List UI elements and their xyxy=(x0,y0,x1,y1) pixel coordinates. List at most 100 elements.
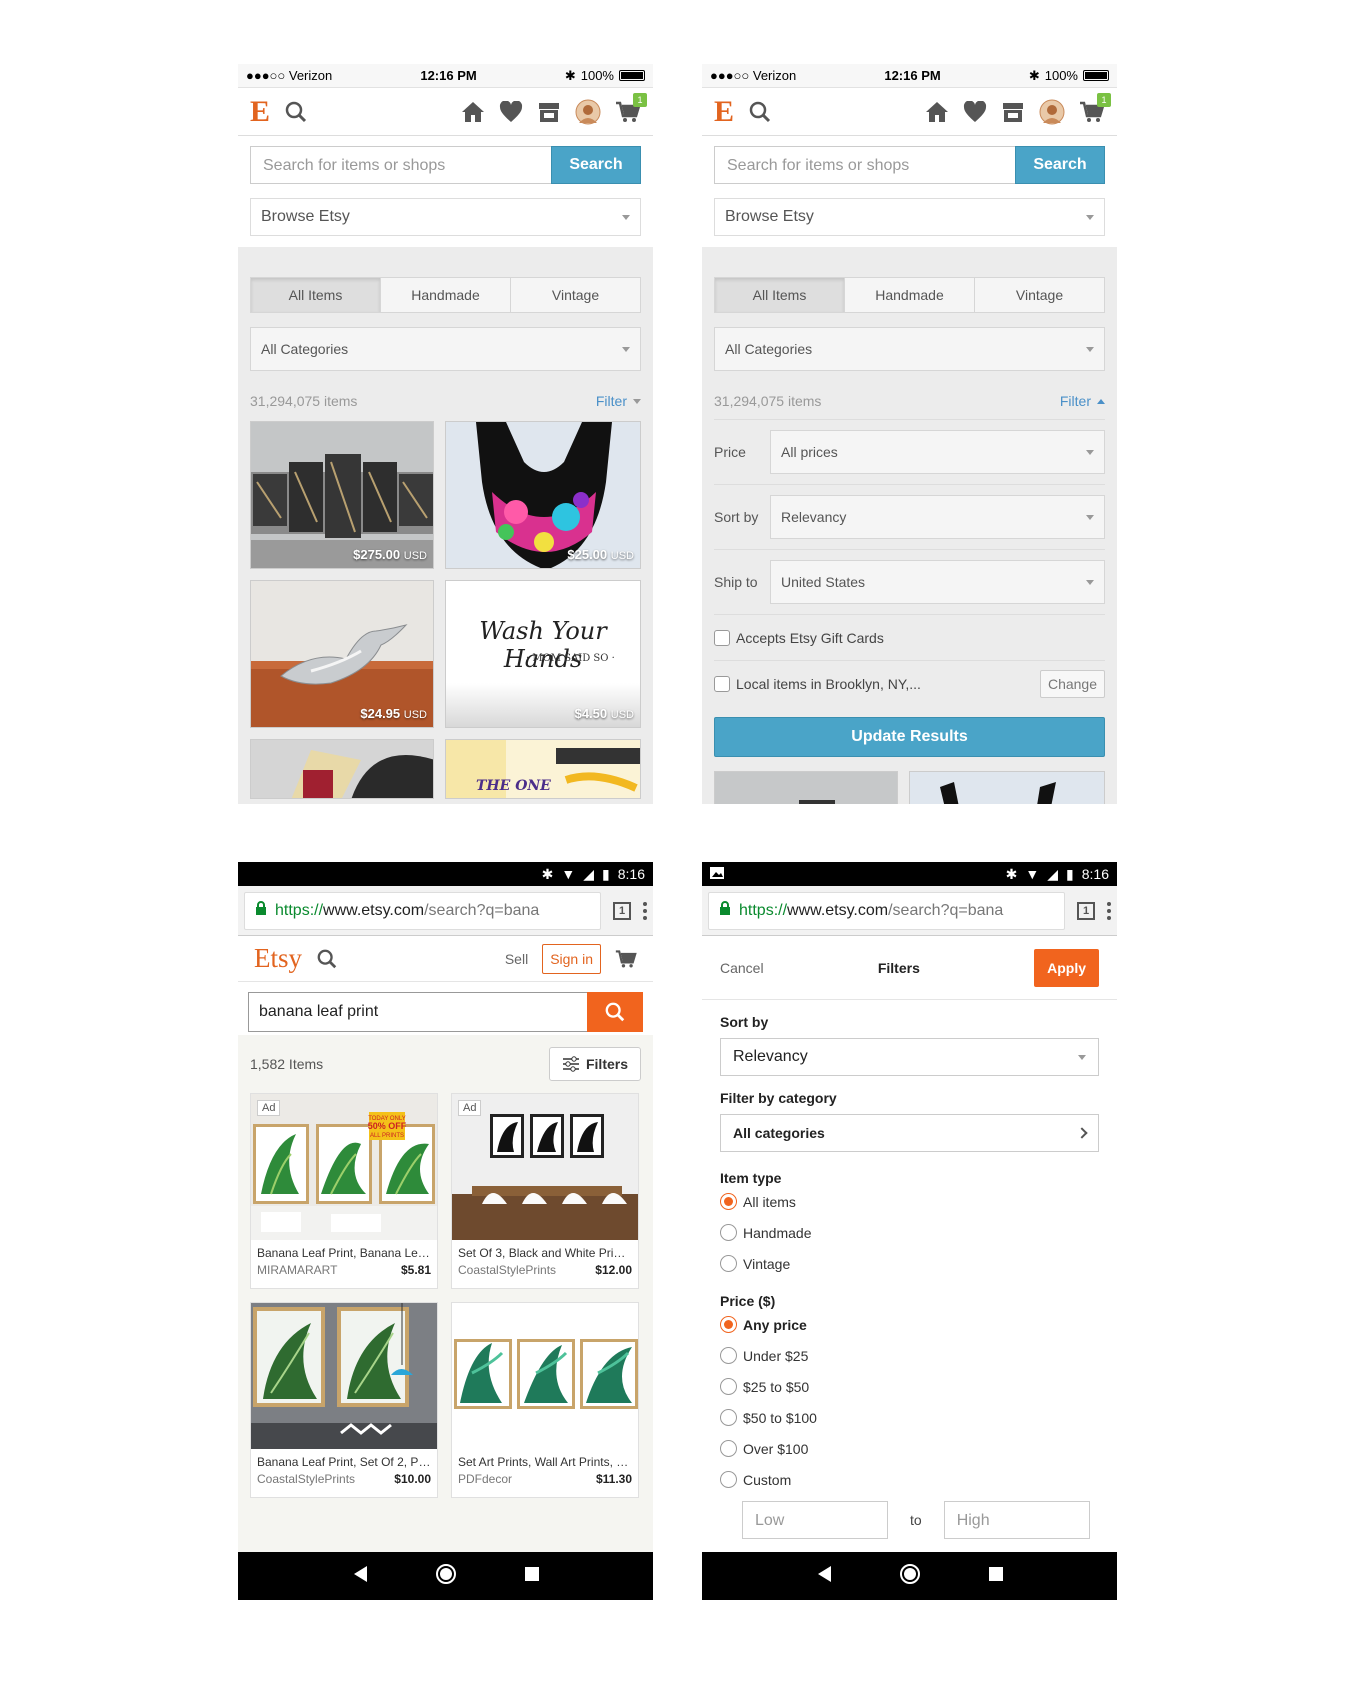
tab-all-items[interactable]: All Items xyxy=(251,278,381,312)
browse-etsy-select[interactable]: Browse Etsy xyxy=(714,198,1105,236)
listing-tile[interactable] xyxy=(250,739,434,799)
home-icon[interactable] xyxy=(461,101,485,123)
etsy-logo[interactable]: E xyxy=(714,96,734,127)
price-select[interactable]: All prices xyxy=(770,430,1105,474)
search-icon[interactable] xyxy=(316,948,338,970)
radio-any-price[interactable]: Any price xyxy=(720,1309,1099,1340)
browse-etsy-select[interactable]: Browse Etsy xyxy=(250,198,641,236)
etsy-logo[interactable]: E xyxy=(250,96,270,127)
tab-switcher-icon[interactable]: 1 xyxy=(1077,901,1095,920)
shop-icon[interactable] xyxy=(537,101,561,123)
home-icon[interactable] xyxy=(925,101,949,123)
search-input[interactable]: Search for items or shops xyxy=(714,146,1015,184)
search-input[interactable]: banana leaf print xyxy=(248,992,587,1032)
tab-all-items[interactable]: All Items xyxy=(715,278,845,312)
category-select[interactable]: All categories xyxy=(720,1114,1099,1152)
home-icon[interactable] xyxy=(899,1563,921,1590)
radio-25-to-50[interactable]: $25 to $50 xyxy=(720,1371,1099,1402)
listing-tile[interactable] xyxy=(909,771,1105,804)
back-icon[interactable] xyxy=(352,1565,368,1588)
sort-select[interactable]: Relevancy xyxy=(720,1038,1099,1076)
sort-label: Sort by xyxy=(714,509,759,525)
tab-vintage[interactable]: Vintage xyxy=(975,278,1104,312)
filters-header: Cancel Filters Apply xyxy=(702,936,1117,1000)
url-bar[interactable]: https://www.etsy.com/search?q=bana xyxy=(244,891,601,930)
product-card[interactable]: Ad TODAY ONLY 50% OFF ALL PRINTS Banana … xyxy=(250,1093,438,1289)
filter-toggle[interactable]: Filter xyxy=(1060,393,1105,409)
filter-toggle[interactable]: Filter xyxy=(596,393,641,409)
radio-icon[interactable] xyxy=(720,1378,737,1395)
search-button[interactable]: Search xyxy=(551,146,641,184)
home-icon[interactable] xyxy=(435,1563,457,1590)
radio-handmade[interactable]: Handmade xyxy=(720,1217,1099,1248)
high-price-input[interactable]: High xyxy=(943,1501,1090,1539)
cancel-button[interactable]: Cancel xyxy=(720,960,764,976)
local-items-checkbox[interactable]: Local items in Brooklyn, NY,... Change xyxy=(714,661,1105,707)
category-value: All categories xyxy=(733,1125,825,1141)
tab-vintage[interactable]: Vintage xyxy=(511,278,640,312)
listing-tile[interactable]: THE ONE xyxy=(445,739,641,799)
more-menu-icon[interactable] xyxy=(643,901,647,920)
shop-icon[interactable] xyxy=(1001,101,1025,123)
search-input[interactable]: Search for items or shops xyxy=(250,146,551,184)
more-menu-icon[interactable] xyxy=(1107,901,1111,920)
listing-tile[interactable] xyxy=(714,771,898,804)
low-price-input[interactable]: Low xyxy=(742,1501,888,1539)
listing-tile[interactable]: $25.00 USD xyxy=(445,421,641,569)
search-button[interactable] xyxy=(587,992,643,1032)
sell-link[interactable]: Sell xyxy=(505,951,528,967)
update-results-button[interactable]: Update Results xyxy=(714,717,1105,757)
product-card[interactable]: Banana Leaf Print, Set Of 2, Pho.. Coast… xyxy=(250,1302,438,1498)
item-type-tabs: All Items Handmade Vintage xyxy=(714,277,1105,313)
filters-button[interactable]: Filters xyxy=(548,1047,641,1081)
listing-tile[interactable]: Wash Your Hands · MOM SAID SO · $4.50 US… xyxy=(445,580,641,728)
radio-icon[interactable] xyxy=(720,1409,737,1426)
radio-selected-icon[interactable] xyxy=(720,1316,737,1333)
cart-icon[interactable]: 1 xyxy=(1079,92,1111,123)
radio-custom[interactable]: Custom xyxy=(720,1464,1099,1495)
checkbox-icon[interactable] xyxy=(714,676,730,692)
product-card[interactable]: Ad Set Of 3, Black and White Prints.. Co… xyxy=(451,1093,639,1289)
radio-vintage[interactable]: Vintage xyxy=(720,1248,1099,1279)
sign-in-button[interactable]: Sign in xyxy=(542,943,601,974)
radio-all-items[interactable]: All items xyxy=(720,1186,1099,1217)
cart-icon[interactable]: 1 xyxy=(615,92,647,123)
heart-icon[interactable] xyxy=(963,100,987,123)
recents-icon[interactable] xyxy=(524,1566,540,1587)
search-icon[interactable] xyxy=(284,100,308,124)
search-button[interactable]: Search xyxy=(1015,146,1105,184)
radio-icon[interactable] xyxy=(720,1255,737,1272)
radio-icon[interactable] xyxy=(720,1440,737,1457)
shop-name: CoastalStylePrints xyxy=(257,1472,356,1486)
listing-tile[interactable]: $275.00 USD xyxy=(250,421,434,569)
gift-cards-checkbox[interactable]: Accepts Etsy Gift Cards xyxy=(714,615,1105,661)
apply-button[interactable]: Apply xyxy=(1034,948,1099,987)
listing-tile[interactable]: $24.95 USD xyxy=(250,580,434,728)
avatar[interactable] xyxy=(575,99,601,125)
tab-handmade[interactable]: Handmade xyxy=(381,278,511,312)
heart-icon[interactable] xyxy=(499,100,523,123)
cart-icon[interactable] xyxy=(615,949,637,969)
product-card[interactable]: Set Art Prints, Wall Art Prints, D... PD… xyxy=(451,1302,639,1498)
radio-selected-icon[interactable] xyxy=(720,1193,737,1210)
radio-icon[interactable] xyxy=(720,1471,737,1488)
avatar[interactable] xyxy=(1039,99,1065,125)
radio-icon[interactable] xyxy=(720,1347,737,1364)
category-select[interactable]: All Categories xyxy=(250,327,641,371)
url-bar[interactable]: https://www.etsy.com/search?q=bana xyxy=(708,891,1065,930)
category-select[interactable]: All Categories xyxy=(714,327,1105,371)
etsy-logo[interactable]: Etsy xyxy=(254,943,302,974)
tab-switcher-icon[interactable]: 1 xyxy=(613,901,631,920)
back-icon[interactable] xyxy=(816,1565,832,1588)
radio-over-100[interactable]: Over $100 xyxy=(720,1433,1099,1464)
sort-select[interactable]: Relevancy xyxy=(770,495,1105,539)
tab-handmade[interactable]: Handmade xyxy=(845,278,975,312)
radio-50-to-100[interactable]: $50 to $100 xyxy=(720,1402,1099,1433)
search-icon[interactable] xyxy=(748,100,772,124)
recents-icon[interactable] xyxy=(988,1566,1004,1587)
checkbox-icon[interactable] xyxy=(714,629,730,646)
radio-icon[interactable] xyxy=(720,1224,737,1241)
radio-under-25[interactable]: Under $25 xyxy=(720,1340,1099,1371)
change-location-button[interactable]: Change xyxy=(1039,670,1105,698)
ship-select[interactable]: United States xyxy=(770,560,1105,604)
